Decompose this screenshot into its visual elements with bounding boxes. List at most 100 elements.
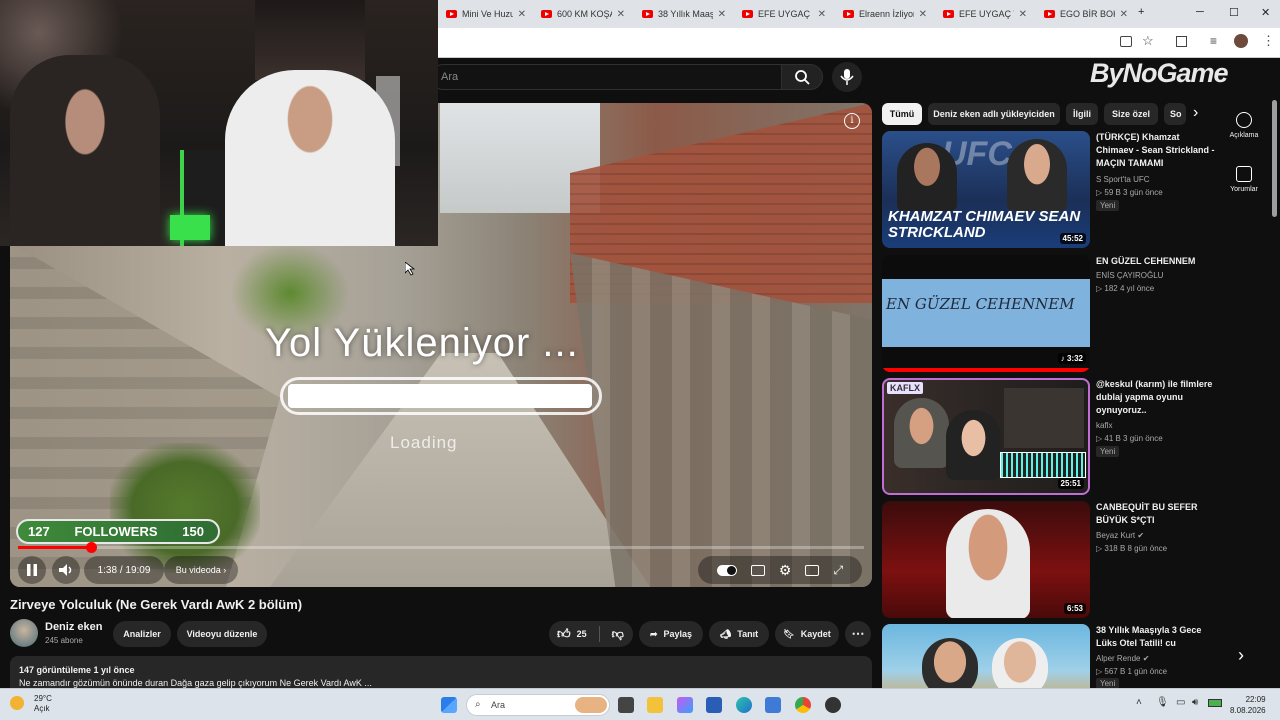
chip-for-you[interactable]: Size özel (1104, 103, 1158, 125)
close-window-button[interactable]: ✕ (1261, 6, 1270, 19)
microphone-icon[interactable]: 🎙︎ (1156, 697, 1169, 708)
recommendation-channel[interactable]: Beyaz Kurt ✔ (1096, 529, 1144, 542)
recommendation-item[interactable]: 6:53 CANBEQUİT BU SEFER BÜYÜK S*ÇTI Beya… (882, 501, 1212, 619)
microsoft-store-icon[interactable] (706, 697, 722, 713)
maximize-button[interactable]: ☐ (1229, 6, 1239, 19)
chrome-browser-icon[interactable] (795, 697, 811, 713)
recommendation-channel[interactable]: kaflx (1096, 419, 1112, 432)
close-tab-icon[interactable]: ✕ (617, 9, 625, 20)
progress-scrubber[interactable] (85, 542, 97, 553)
chevron-right-icon[interactable]: › (1193, 104, 1198, 122)
browser-tab[interactable]: Elraenn İzliyor ✕ (837, 4, 933, 24)
close-tab-icon[interactable]: ✕ (919, 9, 927, 20)
edge-browser-icon[interactable] (736, 697, 752, 713)
task-view-icon[interactable] (618, 697, 634, 713)
battery-icon[interactable] (1208, 699, 1222, 707)
recommendation-title[interactable]: EN GÜZEL CEHENNEM (1096, 255, 1216, 268)
obs-studio-icon[interactable] (825, 697, 841, 713)
info-icon[interactable]: i (844, 113, 860, 129)
subtitles-icon[interactable] (750, 564, 765, 576)
recommendation-title[interactable]: 38 Yıllık Maaşıyla 3 Gece Lüks Otel Tati… (1096, 624, 1212, 650)
channel-avatar[interactable] (10, 619, 38, 647)
video-thumbnail[interactable] (882, 624, 1090, 688)
edit-video-button[interactable]: Videoyu düzenle (177, 621, 267, 647)
volume-button[interactable] (52, 556, 80, 584)
save-button[interactable]: 🔖︎ Kaydet (775, 621, 839, 647)
recommendation-channel[interactable]: ENİS ÇAYIROĞLU (1096, 269, 1163, 282)
close-tab-icon[interactable]: ✕ (518, 9, 526, 20)
browser-tab[interactable]: EFE UYGAÇ TEK✕ (937, 4, 1033, 24)
video-thumbnail[interactable]: EN GÜZEL CEHENNEM ♪ 3:32 (882, 255, 1090, 372)
recommendation-item[interactable]: 38 Yıllık Maaşıyla 3 Gece Lüks Otel Tati… (882, 624, 1212, 688)
start-button-icon[interactable] (441, 697, 457, 713)
browser-tab[interactable]: Mini Ve Huzurlu✕ (440, 4, 532, 24)
recommendation-channel[interactable]: Alper Rende ✔ (1096, 652, 1149, 665)
close-tab-icon[interactable]: ✕ (1120, 9, 1128, 20)
recommendation-title[interactable]: (TÜRKÇE) Khamzat Chimaev - Sean Strickla… (1096, 131, 1216, 170)
new-tab-button[interactable]: + (1138, 6, 1144, 18)
close-tab-icon[interactable]: ✕ (1019, 9, 1027, 20)
like-button[interactable]: 👍︎ 25 (557, 626, 587, 642)
comments-panel-button[interactable]: Yorumlar (1222, 166, 1266, 193)
progress-bar[interactable] (18, 542, 864, 553)
video-thumbnail[interactable]: 6:53 (882, 501, 1090, 618)
page-scrollbar[interactable] (1272, 100, 1277, 217)
search-input[interactable]: Ara (430, 64, 782, 90)
browser-tab[interactable]: EFE UYGAÇ MA✕ (736, 4, 832, 24)
file-explorer-icon[interactable] (647, 697, 663, 713)
autoplay-toggle[interactable] (716, 564, 737, 576)
video-thumbnail[interactable]: KAFLX 25:51 (882, 378, 1090, 495)
recommendation-item[interactable]: KAFLX 25:51 @keskul (karım) ile filmlere… (882, 378, 1212, 496)
chip-related[interactable]: İlgili (1066, 103, 1098, 125)
speaker-icon[interactable]: 🔊︎ (1192, 697, 1198, 708)
weather-widget[interactable]: 29°C Açık (10, 694, 52, 714)
channel-name[interactable]: Deniz eken (45, 621, 102, 633)
share-button[interactable]: ➦ Paylaş (639, 621, 703, 647)
copilot-icon[interactable] (677, 697, 693, 713)
recommendation-item[interactable]: UFC KHAMZAT CHIMAEV SEAN STRICKLAND 45:5… (882, 131, 1215, 249)
description-panel-button[interactable]: Açıklama (1222, 112, 1266, 139)
settings-gear-icon[interactable]: ⚙ (779, 562, 792, 579)
miniplayer-icon[interactable] (805, 564, 820, 576)
close-tab-icon[interactable]: ✕ (718, 9, 726, 20)
pause-button[interactable] (18, 556, 46, 584)
weather-description: Açık (34, 704, 50, 713)
reading-list-icon[interactable]: ≡ (1210, 34, 1217, 48)
profile-avatar[interactable] (1234, 34, 1248, 48)
weather-temperature: 29°C (34, 694, 52, 703)
network-icon[interactable]: ▭ (1176, 697, 1185, 708)
outlook-icon[interactable] (765, 697, 781, 713)
minimize-button[interactable]: ─ (1196, 6, 1204, 18)
analytics-button[interactable]: Analizler (113, 621, 171, 647)
voice-search-button[interactable] (832, 62, 862, 92)
bookmark-star-icon[interactable]: ☆ (1142, 33, 1154, 49)
thumbs-down-icon: 👎︎ (611, 626, 624, 641)
fullscreen-icon[interactable]: ⤢ (833, 563, 843, 578)
close-tab-icon[interactable]: ✕ (818, 9, 826, 20)
browser-tab[interactable]: 600 KM KOŞAN✕ (535, 4, 631, 24)
install-app-icon[interactable] (1120, 36, 1132, 47)
dislike-button[interactable]: 👎︎ (612, 627, 624, 642)
chip-from-uploader[interactable]: Deniz eken adlı yükleyiciden (928, 103, 1060, 125)
extensions-icon[interactable] (1176, 36, 1187, 47)
more-actions-button[interactable]: ⋯ (845, 621, 871, 647)
recommendation-title[interactable]: @keskul (karım) ile filmlere dublaj yapm… (1096, 378, 1216, 417)
recommendation-item[interactable]: EN GÜZEL CEHENNEM ♪ 3:32 EN GÜZEL CEHENN… (882, 255, 1212, 373)
show-hidden-icons-chevron-icon[interactable]: ˄ (1136, 697, 1142, 708)
recommendation-channel[interactable]: S Sport'ta UFC (1096, 173, 1150, 186)
browser-tab[interactable]: EGO BİR BOKSA✕ (1038, 4, 1134, 24)
thumbnail-caption: EN GÜZEL CEHENNEM (886, 295, 1075, 313)
menu-kebab-icon[interactable]: ⋮ (1262, 33, 1275, 49)
browser-tab[interactable]: 38 Yıllık Maaşı ✕ (636, 4, 732, 24)
chapters-button[interactable]: Bu videoda › (164, 556, 238, 584)
chevron-right-icon[interactable]: › (1238, 645, 1244, 666)
chip-all[interactable]: Tümü (882, 103, 922, 125)
bynogame-watermark-logo: ByNoGame (1090, 58, 1229, 88)
video-thumbnail[interactable]: UFC KHAMZAT CHIMAEV SEAN STRICKLAND 45:5… (882, 131, 1090, 248)
recommendation-title[interactable]: CANBEQUİT BU SEFER BÜYÜK S*ÇTI (1096, 501, 1216, 527)
taskbar-search-input[interactable]: ⌕ Ara (466, 694, 610, 716)
taskbar-clock[interactable]: 22:09 8.08.2026 (1230, 694, 1266, 716)
chip-truncated[interactable]: So (1164, 103, 1186, 125)
promote-button[interactable]: 📣︎ Tanıt (709, 621, 769, 647)
search-button[interactable] (781, 64, 823, 90)
